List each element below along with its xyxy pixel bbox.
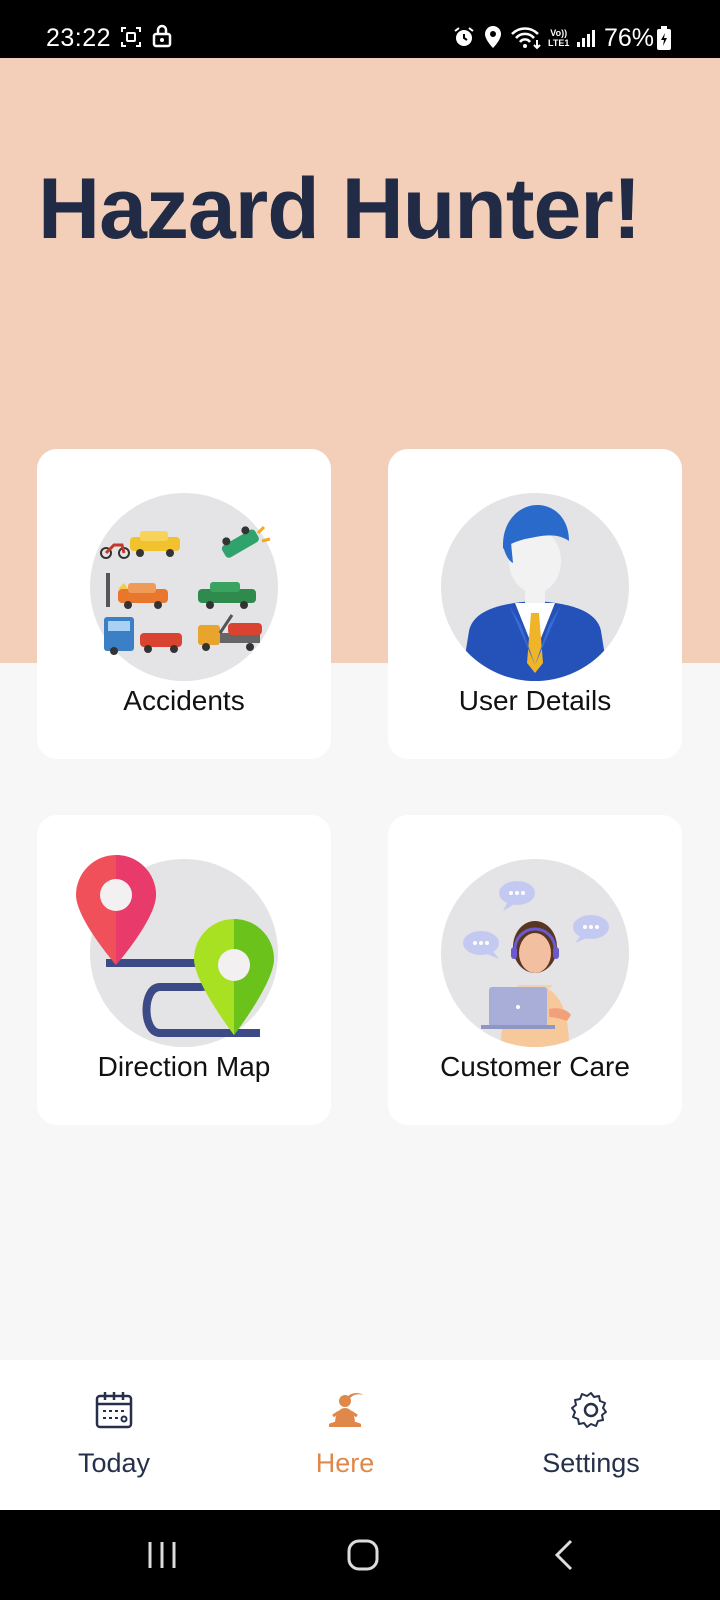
accidents-card[interactable]: Accidents	[37, 449, 331, 759]
nav-item-today[interactable]: Today	[14, 1360, 214, 1510]
customer-care-card[interactable]: Customer Care	[388, 815, 682, 1125]
recent-apps-icon[interactable]	[146, 1540, 178, 1570]
alarm-icon	[454, 27, 474, 46]
home-icon[interactable]	[346, 1538, 380, 1572]
calendar-icon	[95, 1392, 133, 1429]
accidents-label: Accidents	[123, 685, 245, 716]
user-avatar-illustration	[441, 493, 629, 681]
status-bar: 23:22 Vo)) LTE1 76%	[0, 0, 720, 58]
wifi-icon	[511, 27, 541, 50]
battery-charging-icon	[657, 26, 671, 50]
nav-label-settings: Settings	[542, 1448, 640, 1478]
nav-label-today: Today	[77, 1448, 151, 1478]
direction-map-card[interactable]: Direction Map	[37, 815, 331, 1125]
user-details-label: User Details	[458, 685, 612, 716]
direction-map-label: Direction Map	[97, 1051, 271, 1082]
direction-map-illustration	[76, 855, 278, 1047]
gear-icon	[571, 1392, 607, 1428]
nav-item-settings[interactable]: Settings	[491, 1360, 691, 1510]
app-title: Hazard Hunter!	[38, 161, 641, 257]
customer-care-illustration	[441, 859, 629, 1047]
user-details-card[interactable]: User Details	[388, 449, 682, 759]
battery-percentage: 76%	[604, 24, 655, 52]
customer-care-label: Customer Care	[440, 1051, 630, 1082]
accidents-illustration	[90, 493, 278, 681]
back-icon[interactable]	[553, 1538, 575, 1572]
network-type-badge: Vo)) LTE1	[548, 28, 570, 48]
bottom-navigation: Today Here Settings	[0, 1360, 720, 1510]
nav-label-here: Here	[315, 1448, 375, 1478]
signal-icon	[577, 30, 595, 47]
location-icon	[485, 26, 501, 48]
status-time: 23:22	[46, 24, 112, 52]
meditation-person-icon	[329, 1393, 363, 1427]
nav-item-here[interactable]: Here	[245, 1360, 445, 1510]
lock-icon	[152, 24, 172, 48]
system-navigation-bar	[0, 1510, 720, 1600]
screen-record-icon	[121, 27, 141, 47]
